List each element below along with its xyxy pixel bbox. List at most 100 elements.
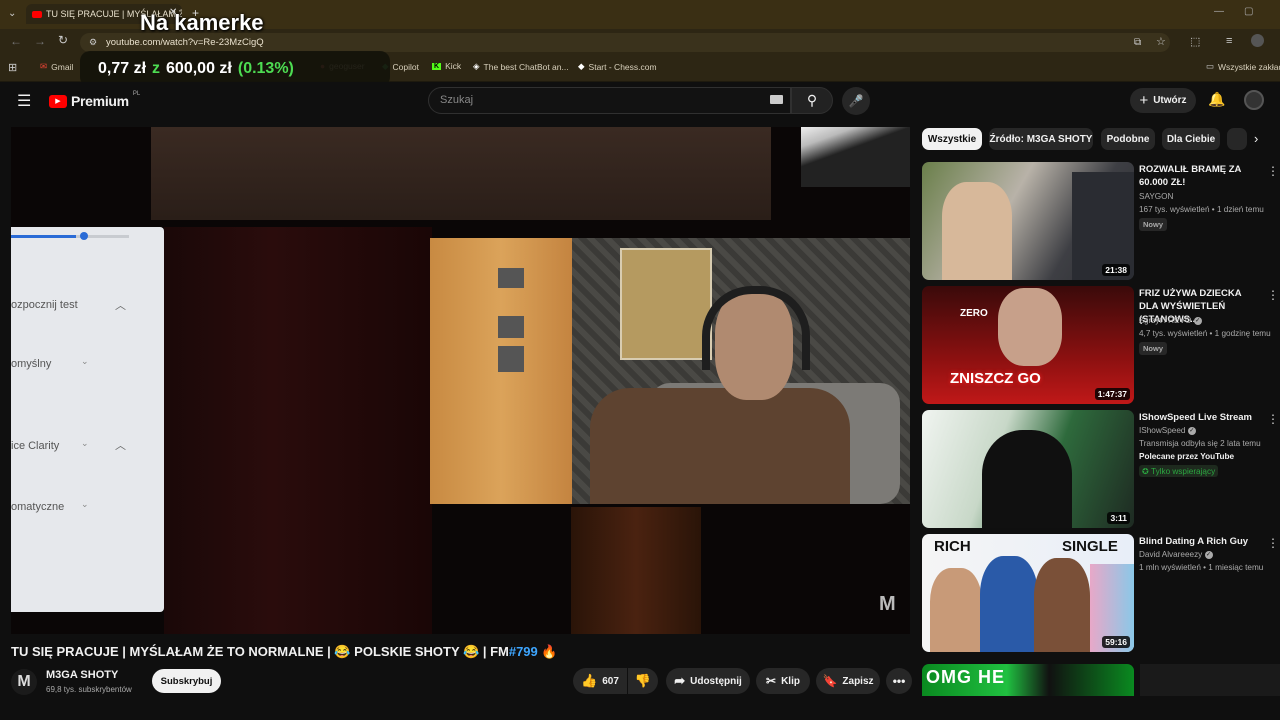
thumbs-up-icon: 👍 bbox=[581, 673, 598, 688]
extensions-icon[interactable]: ⬚ bbox=[1190, 35, 1200, 48]
logo-region: PL bbox=[132, 91, 141, 97]
chip-similar[interactable]: Podobne bbox=[1101, 128, 1155, 150]
notifications-bell-icon[interactable]: 🔔 bbox=[1208, 91, 1225, 108]
chevron-up-icon: ︿ bbox=[115, 300, 126, 312]
video-channel[interactable]: IShowSpeed ✓ bbox=[1139, 426, 1196, 435]
more-vertical-icon[interactable]: ⋮ bbox=[1267, 288, 1279, 302]
panel-item: ozpocznij test bbox=[11, 299, 78, 311]
recommended-video[interactable]: 21:38 ROZWALIŁ BRAMĘ ZA 60.000 ZŁ! SAYGO… bbox=[922, 162, 1279, 282]
bookmarks-folder[interactable]: ▭ Wszystkie zakład bbox=[1206, 61, 1280, 72]
price-pct: (0.13%) bbox=[237, 60, 294, 77]
voice-search-button[interactable]: 🎤 bbox=[842, 87, 870, 115]
video-thumbnail[interactable]: ZERO ZNISZCZ GO 1:47:37 bbox=[922, 286, 1134, 404]
media-icon[interactable]: ≡ bbox=[1226, 35, 1232, 47]
video-frame-top bbox=[151, 127, 771, 220]
video-title[interactable]: Blind Dating A Rich Guy bbox=[1139, 535, 1259, 548]
clip-button[interactable]: ✂ Klip bbox=[756, 668, 810, 694]
members-only-badge: ✪ Tylko wspierający bbox=[1139, 465, 1219, 477]
channel-name[interactable]: M3GA SHOTY bbox=[46, 669, 118, 681]
video-duration: 59:16 bbox=[1102, 636, 1130, 648]
video-curtain-background bbox=[164, 227, 432, 634]
video-player[interactable]: ozpocznij test ︿ omyślny ⌄ ice Clarity ⌄… bbox=[11, 127, 910, 634]
install-icon[interactable]: ⧉ bbox=[1134, 33, 1141, 52]
video-title[interactable]: ROZWALIŁ BRAMĘ ZA 60.000 ZŁ! bbox=[1139, 163, 1259, 189]
recommended-video-partial[interactable]: OMG HE bbox=[922, 664, 1134, 696]
thumb-person bbox=[930, 568, 982, 652]
minimize-icon[interactable]: — bbox=[1214, 6, 1224, 17]
bookmark-chatbot[interactable]: ◈ The best ChatBot an... bbox=[473, 61, 569, 72]
scissors-icon: ✂ bbox=[766, 674, 777, 688]
more-horizontal-icon: ••• bbox=[892, 674, 906, 688]
verified-check-icon: ✓ bbox=[1187, 426, 1196, 435]
chatbot-icon: ◈ bbox=[473, 61, 480, 71]
reload-icon[interactable]: ↻ bbox=[58, 33, 68, 47]
like-count: 607 bbox=[602, 675, 619, 687]
recommended-video[interactable]: 3:11 IShowSpeed Live Stream IShowSpeed ✓… bbox=[922, 410, 1279, 530]
chip-for-you[interactable]: Dla Ciebie bbox=[1162, 128, 1220, 150]
profile-icon[interactable] bbox=[1251, 34, 1264, 47]
video-channel[interactable]: Zgrzyt i REVO ✓ bbox=[1139, 316, 1202, 325]
restore-icon[interactable]: ▢ bbox=[1244, 6, 1253, 17]
search-button[interactable]: ⚲ bbox=[791, 87, 833, 114]
recommended-video[interactable]: ZERO ZNISZCZ GO 1:47:37 FRIZ UŻYWA DZIEC… bbox=[922, 286, 1279, 406]
create-button[interactable]: + Utwórz bbox=[1130, 88, 1196, 113]
apps-grid-icon[interactable]: ⊞ bbox=[8, 61, 17, 74]
price-mid: z bbox=[152, 60, 161, 77]
channel-avatar[interactable]: M bbox=[11, 669, 37, 695]
more-vertical-icon[interactable]: ⋮ bbox=[1267, 412, 1279, 426]
save-button[interactable]: 🔖 Zapisz bbox=[816, 668, 880, 694]
menu-icon[interactable]: ☰ bbox=[17, 91, 31, 111]
video-title[interactable]: IShowSpeed Live Stream bbox=[1139, 411, 1259, 424]
chip-all[interactable]: Wszystkie bbox=[922, 128, 982, 150]
channel-name: IShowSpeed bbox=[1139, 426, 1186, 435]
chip-source[interactable]: Źródło: M3GA SHOTY bbox=[989, 128, 1093, 150]
price-left: 0,77 zł bbox=[98, 60, 147, 77]
youtube-favicon-icon bbox=[32, 10, 42, 18]
search-icon: ⚲ bbox=[806, 92, 818, 108]
forward-icon[interactable]: → bbox=[34, 34, 46, 48]
site-info-icon[interactable]: ⚙ bbox=[89, 33, 97, 52]
video-channel[interactable]: SAYGON bbox=[1139, 192, 1173, 201]
camera-overlay-label: Na kamerke bbox=[140, 10, 264, 35]
more-vertical-icon[interactable]: ⋮ bbox=[1267, 536, 1279, 550]
bookmark-gmail[interactable]: ✉ Gmail bbox=[40, 61, 73, 72]
video-thumbnail[interactable]: 3:11 bbox=[922, 410, 1134, 528]
new-badge: Nowy bbox=[1139, 218, 1168, 231]
tab-list-icon[interactable]: ⌄ bbox=[8, 8, 16, 19]
youtube-logo[interactable]: ▶ Premium PL bbox=[49, 91, 141, 109]
video-channel[interactable]: David Alvareeezy ✓ bbox=[1139, 550, 1213, 559]
star-icon: ✪ bbox=[1142, 467, 1149, 476]
chevron-right-icon[interactable]: › bbox=[1254, 131, 1258, 146]
subscribe-button[interactable]: Subskrybuj bbox=[152, 669, 221, 693]
search-input[interactable]: Szukaj bbox=[428, 87, 791, 114]
share-button[interactable]: ➦ Udostępnij bbox=[666, 668, 750, 694]
new-badge: Nowy bbox=[1139, 342, 1168, 355]
door-window bbox=[498, 268, 524, 288]
dislike-button[interactable]: 👎 bbox=[628, 668, 658, 694]
bookmark-chess[interactable]: ◆ Start - Chess.com bbox=[578, 61, 657, 72]
video-duration: 21:38 bbox=[1102, 264, 1130, 276]
recommended-video[interactable]: RICH SINGLE 59:16 Blind Dating A Rich Gu… bbox=[922, 534, 1279, 654]
chip-partial[interactable] bbox=[1227, 128, 1247, 150]
like-button[interactable]: 👍 607 bbox=[573, 668, 627, 694]
webcam-feed bbox=[430, 238, 910, 504]
recommended-video-partial-right bbox=[1140, 664, 1280, 696]
video-hashtag[interactable]: #799 bbox=[509, 644, 538, 659]
channel-name: Zgrzyt i REVO bbox=[1139, 316, 1192, 325]
more-actions-button[interactable]: ••• bbox=[886, 668, 912, 694]
panel-item: ice Clarity bbox=[11, 440, 60, 452]
keyboard-icon[interactable] bbox=[770, 95, 783, 104]
more-vertical-icon[interactable]: ⋮ bbox=[1267, 164, 1279, 178]
search-placeholder: Szukaj bbox=[440, 94, 474, 106]
video-duration: 3:11 bbox=[1107, 512, 1130, 524]
bookmark-kick[interactable]: K Kick bbox=[432, 61, 461, 71]
back-icon[interactable]: ← bbox=[10, 34, 22, 48]
video-thumbnail[interactable]: RICH SINGLE 59:16 bbox=[922, 534, 1134, 652]
video-meta: 167 tys. wyświetleń • 1 dzień temu bbox=[1139, 205, 1264, 214]
chevron-down-icon: ⌄ bbox=[81, 356, 89, 366]
logo-text: Premium bbox=[71, 93, 129, 109]
video-thumbnail[interactable]: 21:38 bbox=[922, 162, 1134, 280]
bookmark-star-icon[interactable]: ☆ bbox=[1156, 33, 1166, 52]
gmail-icon: ✉ bbox=[40, 61, 48, 71]
account-avatar[interactable] bbox=[1244, 90, 1264, 110]
